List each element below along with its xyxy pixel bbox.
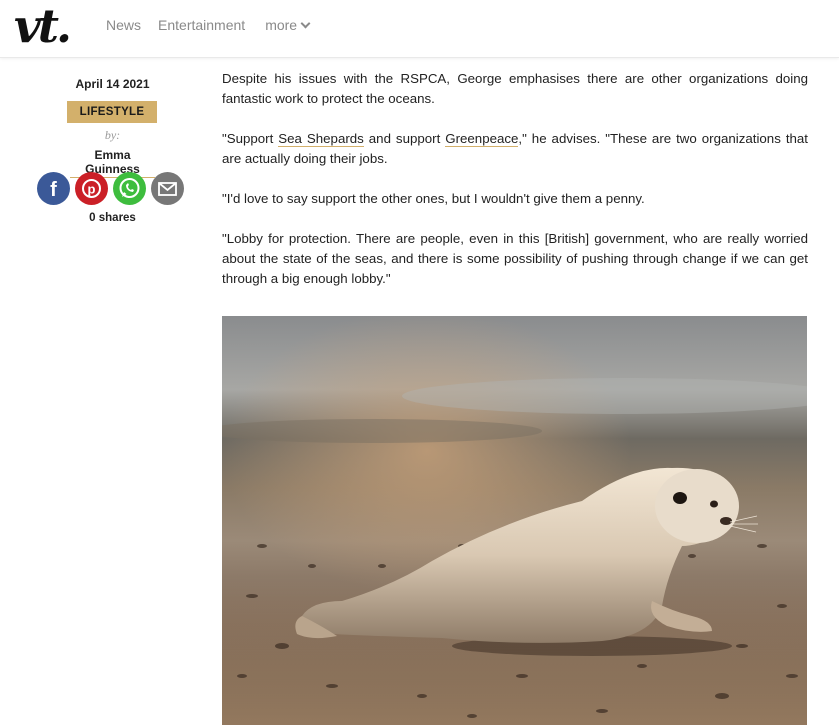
nav-news[interactable]: News (106, 17, 141, 33)
paragraph-2: "Support Sea Shepards and support Greenp… (222, 129, 808, 169)
main-nav: News Entertainment more (106, 17, 311, 33)
publish-date: April 14 2021 (75, 77, 150, 91)
byline-label: by: (104, 128, 121, 142)
svg-text:f: f (50, 179, 57, 201)
nav-more-label: more (265, 17, 298, 33)
paragraph-3: "I'd love to say support the other ones,… (222, 191, 645, 206)
article-body: Despite his issues with the RSPCA, Georg… (222, 69, 808, 309)
seal-photo-illustration (222, 316, 807, 725)
email-icon[interactable] (151, 172, 184, 205)
nav-entertainment[interactable]: Entertainment (158, 17, 245, 33)
sea-shepards-link[interactable]: Sea Shepards (278, 131, 364, 147)
paragraph-4: "Lobby for protection. There are people,… (222, 231, 808, 286)
nav-more[interactable]: more (265, 17, 311, 33)
facebook-icon[interactable]: f (37, 172, 70, 205)
chevron-down-icon (300, 18, 311, 28)
site-logo[interactable]: vt. (14, 2, 72, 50)
p2-text-start: "Support (222, 131, 279, 146)
whatsapp-icon[interactable] (113, 172, 146, 205)
article-image-seal (222, 316, 807, 725)
p2-text-middle: and support (363, 131, 446, 146)
category-badge[interactable]: LIFESTYLE (67, 101, 157, 123)
svg-text:p: p (88, 182, 96, 197)
share-count: 0 shares (89, 212, 136, 224)
share-buttons: f p (37, 172, 184, 205)
paragraph-1: Despite his issues with the RSPCA, Georg… (222, 71, 808, 106)
greenpeace-link[interactable]: Greenpeace (445, 131, 519, 147)
pinterest-icon[interactable]: p (75, 172, 108, 205)
site-header: vt. News Entertainment more (0, 0, 839, 58)
